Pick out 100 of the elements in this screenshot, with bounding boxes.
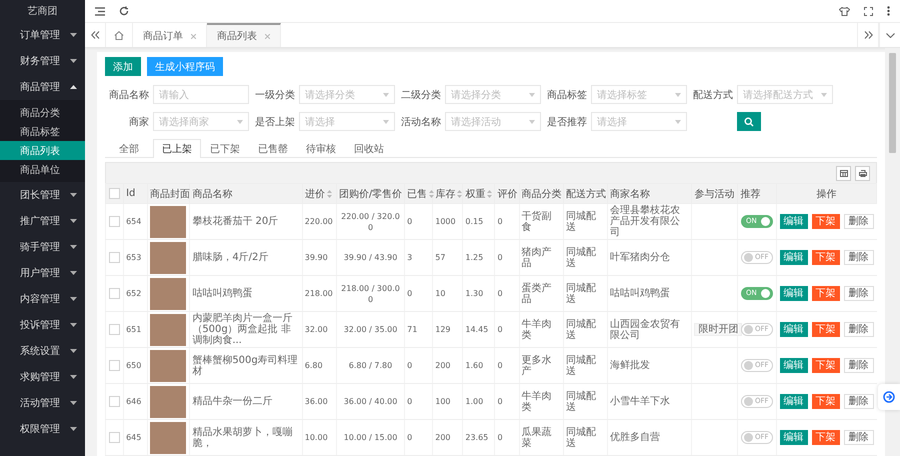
photo-placeholder	[150, 350, 186, 382]
home-icon[interactable]	[114, 30, 124, 40]
row-action-button[interactable]: 编辑	[780, 322, 808, 337]
sidebar-subitem[interactable]: 商品列表	[0, 141, 85, 160]
caret-down-icon	[70, 193, 77, 197]
fullscreen-icon[interactable]	[864, 6, 873, 16]
sidebar-item[interactable]: 系统设置	[0, 338, 85, 364]
chevron-down-icon[interactable]	[886, 32, 894, 38]
sidebar-item[interactable]: 财务管理	[0, 48, 85, 74]
column-header[interactable]: 库存	[432, 184, 463, 204]
sidebar-item[interactable]: 投诉管理	[0, 312, 85, 338]
sidebar-item[interactable]: 团长管理	[0, 182, 85, 208]
caret-down-icon	[70, 401, 77, 405]
status-tab[interactable]: 已下架	[201, 139, 249, 157]
row-action-button[interactable]: 删除	[844, 214, 874, 229]
sidebar-item[interactable]: 求购管理	[0, 364, 85, 390]
row-checkbox[interactable]	[109, 216, 120, 227]
row-action-button[interactable]: 下架	[812, 214, 840, 229]
sidebar-item[interactable]: 商品管理	[0, 74, 85, 100]
more-icon[interactable]	[887, 6, 890, 16]
row-checkbox[interactable]	[109, 324, 120, 335]
close-icon[interactable]	[191, 34, 196, 38]
sidebar-item[interactable]: 权限管理	[0, 416, 85, 442]
row-action-button[interactable]: 编辑	[780, 286, 808, 301]
floating-helper-button[interactable]	[878, 384, 900, 410]
sort-icon[interactable]	[429, 190, 434, 198]
column-header[interactable]: 权重	[462, 184, 495, 204]
sidebar-subitem[interactable]: 商品分类	[0, 103, 85, 122]
sidebar-item[interactable]: 订单管理	[0, 22, 85, 48]
row-action-button[interactable]: 编辑	[780, 394, 808, 409]
status-tab[interactable]: 待审核	[297, 139, 345, 157]
caret-down-icon	[70, 271, 77, 275]
stock-cell: 1000	[432, 204, 463, 240]
sidebar-item[interactable]: 推广管理	[0, 208, 85, 234]
double-right-icon[interactable]	[864, 31, 872, 39]
status-tab[interactable]: 全部	[105, 139, 153, 157]
caret-down-icon	[70, 323, 77, 327]
column-header: 操作	[776, 184, 876, 204]
stock-cell: 57	[432, 240, 463, 276]
print-icon[interactable]	[855, 166, 870, 180]
column-header[interactable]: 已售	[404, 184, 433, 204]
weight-cell: 0.15	[462, 204, 495, 240]
double-left-icon[interactable]	[90, 31, 100, 39]
close-icon[interactable]	[265, 34, 270, 38]
price-cell: 10.00 / 15.00	[336, 420, 405, 456]
menu-icon[interactable]	[95, 6, 105, 16]
price-cell: 39.90 / 43.90	[336, 240, 405, 276]
row-action-button[interactable]: 下架	[812, 358, 840, 373]
row-action-button[interactable]: 编辑	[780, 214, 808, 229]
product-name-cell: 蟹棒蟹柳500g寿司料理材	[190, 348, 302, 384]
stock-cell: 200	[432, 420, 463, 456]
status-tab[interactable]: 回收站	[345, 139, 393, 157]
row-action-button[interactable]: 删除	[844, 322, 874, 337]
refresh-icon[interactable]	[119, 6, 129, 16]
columns-icon[interactable]	[836, 166, 851, 180]
row-action-button[interactable]: 编辑	[780, 250, 808, 265]
product-name-cell: 腊味肠，4斤/2斤	[190, 240, 302, 276]
row-action-button[interactable]: 删除	[844, 430, 874, 445]
sidebar-subitem[interactable]: 商品单位	[0, 160, 85, 179]
sort-icon[interactable]	[487, 190, 492, 198]
page-tab[interactable]: 商品列表	[207, 23, 281, 47]
row-action-button[interactable]: 编辑	[780, 358, 808, 373]
row-action-button[interactable]: 删除	[844, 250, 874, 265]
product-name-cell: 咕咕叫鸡鸭蛋	[190, 276, 302, 312]
status-tab[interactable]: 已售罄	[249, 139, 297, 157]
sidebar-subitem[interactable]: 商品标签	[0, 122, 85, 141]
sidebar-item[interactable]: 内容管理	[0, 286, 85, 312]
row-action-button[interactable]: 编辑	[780, 430, 808, 445]
column-header: 参与活动	[692, 184, 738, 204]
row-checkbox[interactable]	[109, 288, 120, 299]
delivery-cell: 同城配送	[563, 348, 608, 384]
row-action-button[interactable]: 下架	[812, 430, 840, 445]
sidebar-item[interactable]: 活动管理	[0, 390, 85, 416]
column-header: Id	[124, 184, 148, 204]
column-header[interactable]: 进价	[302, 184, 336, 204]
action-button[interactable]: 添加	[105, 57, 141, 76]
scrollbar-thumb[interactable]	[889, 53, 896, 153]
row-action-button[interactable]: 下架	[812, 250, 840, 265]
select-all-checkbox[interactable]	[109, 188, 120, 199]
row-checkbox[interactable]	[109, 360, 120, 371]
row-action-button[interactable]: 删除	[844, 286, 874, 301]
shirt-icon[interactable]	[839, 6, 850, 16]
sort-icon[interactable]	[326, 190, 332, 198]
merchant-cell: 优胜多自营	[607, 420, 692, 456]
row-action-button[interactable]: 删除	[844, 358, 874, 373]
status-tab[interactable]: 已上架	[153, 139, 201, 158]
sidebar-item[interactable]: 用户管理	[0, 260, 85, 286]
column-header: 推荐	[738, 184, 776, 204]
search-button[interactable]	[737, 112, 761, 131]
rating-cell: 0	[494, 240, 520, 276]
row-checkbox[interactable]	[109, 396, 120, 407]
row-action-button[interactable]: 下架	[812, 286, 840, 301]
row-action-button[interactable]: 删除	[844, 394, 874, 409]
row-action-button[interactable]: 下架	[812, 322, 840, 337]
row-checkbox[interactable]	[109, 432, 120, 443]
row-action-button[interactable]: 下架	[812, 394, 840, 409]
product-name-cell: 攀枝花番茄干 20斤	[190, 204, 302, 240]
sidebar-item[interactable]: 骑手管理	[0, 234, 85, 260]
row-checkbox[interactable]	[109, 252, 120, 263]
caret-down-icon	[70, 33, 77, 37]
